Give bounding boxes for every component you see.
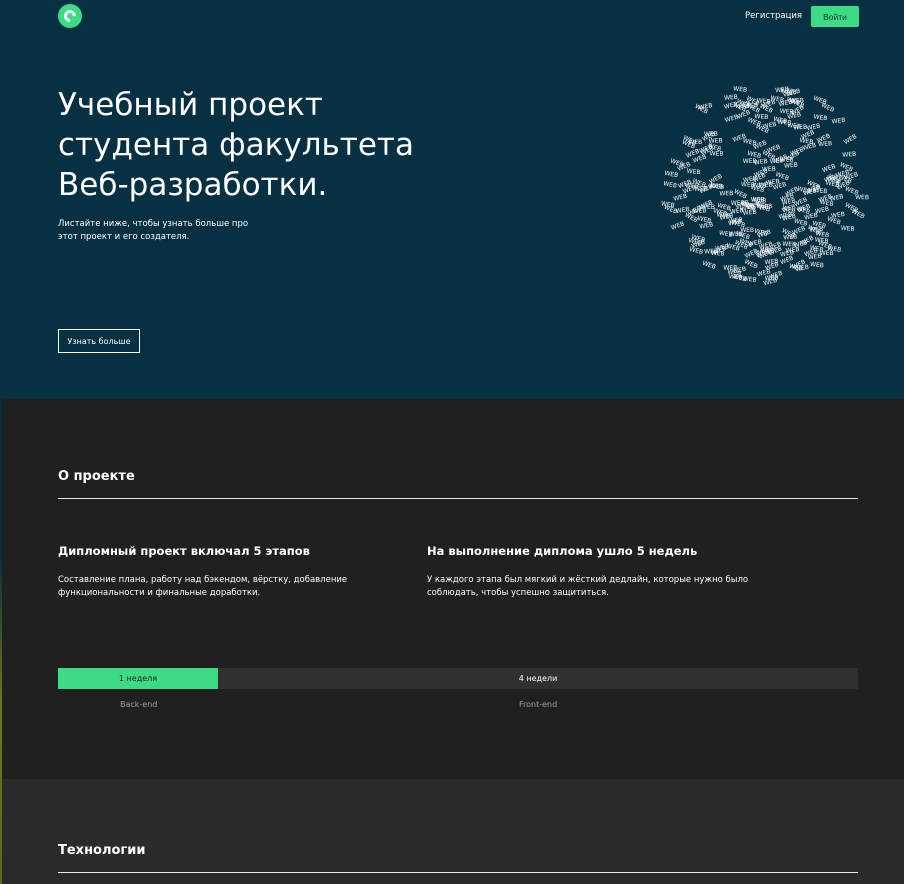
hero-section: Регистрация Войти Учебный проект студент… xyxy=(2,0,904,399)
globe-word: WEB xyxy=(710,150,724,157)
globe-word: WEB xyxy=(724,114,739,125)
logo-icon[interactable] xyxy=(58,4,82,28)
globe-word: WEB xyxy=(709,137,723,144)
tech-divider xyxy=(58,872,858,873)
stages-text: Составление плана, работу над бэкендом, … xyxy=(58,575,348,598)
globe-word: WEB xyxy=(810,261,825,270)
globe-word: WEB xyxy=(764,258,778,266)
globe-word: WEB xyxy=(840,225,854,233)
globe-word: WEB xyxy=(813,113,828,122)
globe-word: WEB xyxy=(844,185,859,197)
about-divider xyxy=(58,498,858,499)
globe-word: WEB xyxy=(718,230,733,239)
register-link[interactable]: Регистрация xyxy=(745,11,802,21)
globe-word: WEB xyxy=(842,151,856,159)
globe-word: WEB xyxy=(806,122,821,132)
globe-word: WEB xyxy=(670,220,685,231)
tech-title: Технологии xyxy=(58,843,146,858)
globe-word: WEB xyxy=(733,85,748,94)
globe-word: WEB xyxy=(664,170,679,179)
timeline-frontend-label: Front-end xyxy=(519,700,558,709)
hero-subtitle: Листайте ниже, чтобы узнать больше про э… xyxy=(58,219,249,242)
globe-word: WEB xyxy=(795,264,810,274)
globe-word: WEB xyxy=(787,122,802,131)
globe-word: WEB xyxy=(843,133,858,146)
globe-word: WEB xyxy=(762,121,777,131)
learn-more-button[interactable]: Узнать больше xyxy=(58,329,140,353)
globe-word: WEB xyxy=(701,260,716,271)
globe-word: WEB xyxy=(709,183,723,191)
globe-word: WEB xyxy=(741,181,755,189)
duration-text: У каждого этапа был мягкий и жёсткий дед… xyxy=(427,575,749,598)
hero-title: Учебный проект студента факультета Веб-р… xyxy=(58,87,414,203)
timeline-frontend: 4 недели xyxy=(518,674,558,683)
globe-word: WEB xyxy=(812,95,827,106)
globe-word: WEB xyxy=(820,250,834,257)
globe-word: WEB xyxy=(742,209,756,217)
globe-word: WEB xyxy=(770,157,784,165)
globe-word: WEB xyxy=(704,131,718,138)
globe-word: WEB xyxy=(716,211,730,219)
globe-word: WEB xyxy=(785,246,799,254)
globe-word: WEB xyxy=(762,166,776,173)
globe-word: WEB xyxy=(715,243,730,252)
globe-word: WEB xyxy=(719,190,733,197)
tech-section: Технологии xyxy=(2,779,904,884)
web-globe-icon: WEBWEBWEBWEBWEBWEBWEBWEBWEBWEBWEBWEBWEBW… xyxy=(660,85,869,287)
globe-word: WEB xyxy=(699,221,714,230)
globe-word: WEB xyxy=(775,86,789,94)
globe-word: WEB xyxy=(694,185,708,192)
stages-title: Дипломный проект включал 5 этапов xyxy=(58,544,310,558)
timeline-backend-label: Back-end xyxy=(120,700,158,709)
login-button[interactable]: Войти xyxy=(811,6,859,27)
globe-word: WEB xyxy=(829,193,844,203)
globe-word: WEB xyxy=(673,193,688,203)
timeline-bar: 1 неделя 4 недели xyxy=(58,668,858,689)
timeline-backend: 1 неделя xyxy=(58,668,218,689)
globe-word: WEB xyxy=(660,200,675,209)
about-title: О проекте xyxy=(58,469,135,484)
about-section: О проекте Дипломный проект включал 5 эта… xyxy=(2,399,904,779)
globe-word: WEB xyxy=(663,180,678,190)
globe-word: WEB xyxy=(686,168,701,177)
globe-word: WEB xyxy=(831,117,846,126)
duration-title: На выполнение диплома ушло 5 недель xyxy=(427,544,698,558)
